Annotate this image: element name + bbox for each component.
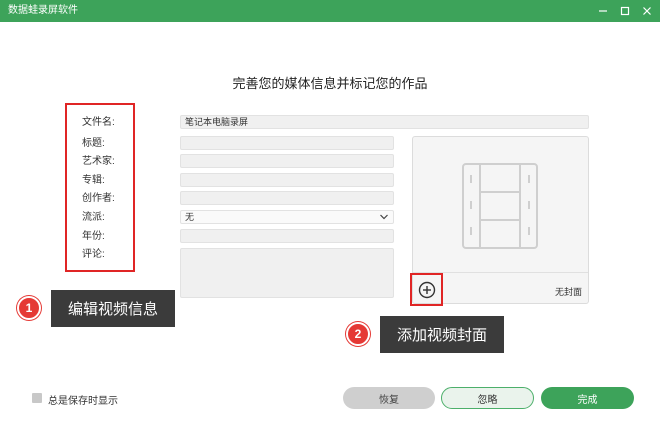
- page-heading: 完善您的媒体信息并标记您的作品: [232, 76, 428, 91]
- ignore-button[interactable]: 忽略: [441, 387, 534, 409]
- plus-circle-icon: [418, 281, 435, 298]
- artist-label: 艺术家:: [82, 156, 115, 167]
- callout-number-2: 2: [346, 322, 370, 346]
- album-label: 专辑:: [82, 175, 105, 186]
- title-field[interactable]: [180, 136, 394, 150]
- add-cover-button[interactable]: [410, 273, 443, 306]
- no-cover-text: 无封面: [554, 287, 582, 297]
- restore-button[interactable]: 恢复: [343, 387, 435, 409]
- album-field[interactable]: [180, 173, 394, 187]
- title-bar: 数据蛙录屏软件: [0, 0, 660, 22]
- always-show-label: 总是保存时显示: [48, 396, 118, 407]
- comment-field[interactable]: [180, 248, 394, 298]
- title-label: 标题:: [82, 138, 105, 149]
- filename-label: 文件名:: [82, 117, 115, 128]
- window-title: 数据蛙录屏软件: [8, 5, 78, 16]
- callout-number-1: 1: [17, 296, 41, 320]
- genre-value: 无: [185, 212, 195, 222]
- close-button[interactable]: [636, 0, 658, 22]
- done-button[interactable]: 完成: [541, 387, 634, 409]
- film-strip-icon: [462, 163, 538, 249]
- chevron-down-icon: [380, 214, 388, 220]
- filename-value: 笔记本电脑录屏: [185, 117, 249, 127]
- maximize-button[interactable]: [614, 0, 636, 22]
- always-show-checkbox[interactable]: [32, 393, 42, 403]
- minimize-button[interactable]: [592, 0, 614, 22]
- year-field[interactable]: [180, 229, 394, 243]
- composer-label: 创作者:: [82, 193, 115, 204]
- close-icon: [643, 7, 651, 15]
- maximize-icon: [620, 6, 630, 16]
- callout-label-1: 编辑视频信息: [51, 290, 175, 327]
- genre-label: 流派:: [82, 212, 105, 223]
- callout-label-2: 添加视频封面: [380, 316, 504, 353]
- comment-label: 评论:: [82, 249, 105, 260]
- minimize-icon: [599, 10, 607, 12]
- filename-field[interactable]: 笔记本电脑录屏: [180, 115, 589, 129]
- composer-field[interactable]: [180, 191, 394, 205]
- artist-field[interactable]: [180, 154, 394, 168]
- genre-select[interactable]: 无: [180, 210, 394, 224]
- year-label: 年份:: [82, 231, 105, 242]
